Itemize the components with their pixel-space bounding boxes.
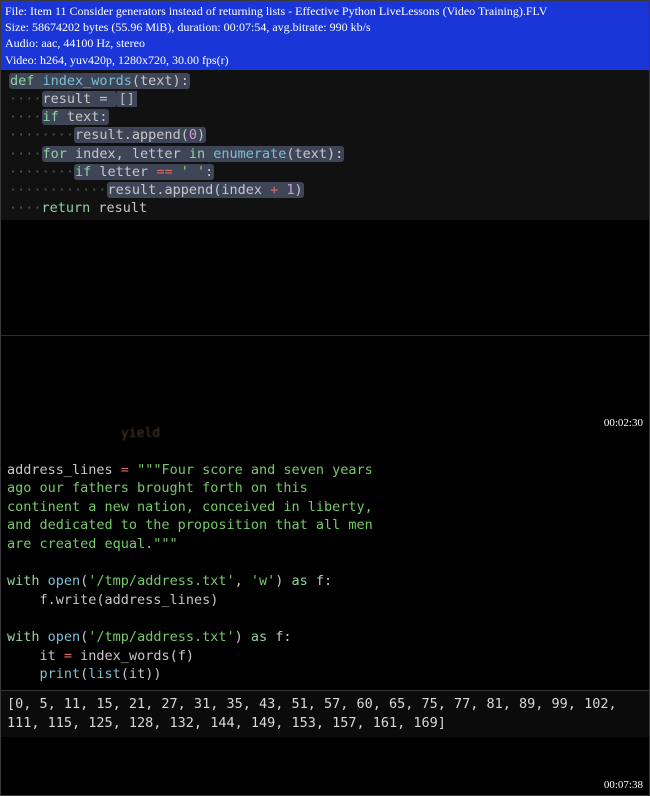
code-line: and dedicated to the proposition that al… — [7, 516, 643, 535]
code-line: continent a new nation, conceived in lib… — [7, 498, 643, 517]
code-line: f.write(address_lines) — [7, 591, 643, 610]
code-line — [7, 610, 643, 629]
code-line: ····return result — [9, 199, 641, 217]
yield-hint: yield — [1, 426, 649, 441]
header-line-audio: Audio: aac, 44100 Hz, stereo — [5, 35, 645, 51]
code-line: ········if letter == ' ': — [9, 163, 641, 181]
spacer — [1, 220, 649, 335]
timestamp-lower: 00:07:38 — [604, 779, 643, 791]
code-line: it = index_words(f) — [7, 647, 643, 666]
code-line: ····result = [] — [9, 90, 641, 108]
header-line-file: File: Item 11 Consider generators instea… — [5, 3, 645, 19]
code-editor-top: def index_words(text): ····result = [] ·… — [1, 70, 649, 220]
code-line: ····if text: — [9, 108, 641, 126]
code-line: ago our fathers brought forth on this — [7, 479, 643, 498]
cursor-dot: · — [5, 628, 13, 647]
code-editor-bottom: address_lines = """Four score and seven … — [1, 441, 649, 691]
code-line: def index_words(text): — [9, 72, 641, 90]
code-line: with open('/tmp/address.txt') as f: — [7, 628, 643, 647]
code-line: print(list(it)) — [7, 665, 643, 684]
code-line: are created equal.""" — [7, 535, 643, 554]
file-info-header: File: Item 11 Consider generators instea… — [1, 1, 649, 70]
code-line: address_lines = """Four score and seven … — [7, 461, 643, 480]
code-line: ····for index, letter in enumerate(text)… — [9, 145, 641, 163]
code-line: ········result.append(0) — [9, 126, 641, 144]
header-line-size: Size: 58674202 bytes (55.96 MiB), durati… — [5, 19, 645, 35]
code-line — [7, 554, 643, 573]
code-line: ············result.append(index + 1) — [9, 181, 641, 199]
spacer — [1, 336, 649, 426]
code-line: with open('/tmp/address.txt', 'w') as f: — [7, 572, 643, 591]
output-result: [0, 5, 11, 15, 21, 27, 31, 35, 43, 51, 5… — [1, 690, 649, 737]
header-line-video: Video: h264, yuv420p, 1280x720, 30.00 fp… — [5, 52, 645, 68]
